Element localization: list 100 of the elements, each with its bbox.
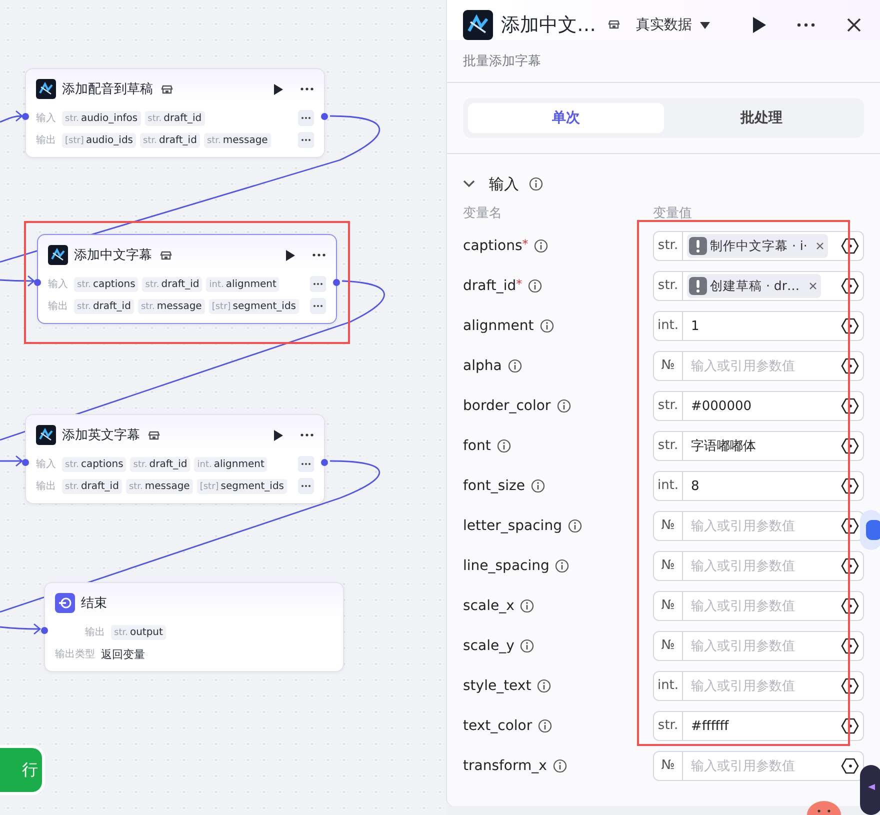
- parameter-name: font: [463, 438, 491, 454]
- input-field[interactable]: № 输入或引用参数值: [653, 511, 864, 541]
- variable-icon[interactable]: [841, 717, 859, 735]
- workflow-node[interactable]: 添加英文字幕 输入 str. captions str. draft_id int. alignment 输出 str. draft_id str. message [str] segment_ids: [25, 414, 325, 504]
- assistant-icon[interactable]: [860, 765, 880, 815]
- port-dot[interactable]: [34, 279, 41, 286]
- parameter-name: draft_id$^{*}$: [463, 278, 522, 294]
- variable-icon[interactable]: [841, 317, 859, 335]
- input-field[interactable]: str. 字语嘟嘟体: [653, 431, 864, 461]
- input-field[interactable]: str. 创建草稿 · dr…: [653, 271, 864, 301]
- field-label: 输出类型: [55, 648, 95, 661]
- info-icon[interactable]: [538, 719, 552, 733]
- input-field[interactable]: № 输入或引用参数值: [653, 631, 864, 661]
- parameter-name: scale_x: [463, 598, 514, 614]
- info-icon[interactable]: [496, 439, 511, 453]
- port-dot[interactable]: [22, 113, 29, 120]
- variable-icon[interactable]: [841, 477, 859, 495]
- reference-tag[interactable]: 制作中文字幕 · i·: [687, 234, 828, 258]
- input-field[interactable]: str. #000000: [653, 391, 864, 421]
- mascot-icon[interactable]: [806, 801, 842, 815]
- close-icon[interactable]: [846, 17, 862, 33]
- port-dot[interactable]: [321, 113, 328, 120]
- more-icon[interactable]: [310, 298, 326, 314]
- variable-icon[interactable]: [841, 517, 859, 535]
- variable-icon[interactable]: [841, 677, 859, 695]
- more-icon[interactable]: [312, 252, 326, 258]
- parameter-name: captions$^{*}$: [463, 238, 528, 254]
- chevron-icon[interactable]: [463, 180, 475, 188]
- input-field[interactable]: № 输入或引用参数值: [653, 551, 864, 581]
- variable-chip: str. captions: [74, 276, 138, 292]
- reference-tag[interactable]: 创建草稿 · dr…: [687, 274, 820, 298]
- store-icon: [160, 249, 172, 261]
- play-icon[interactable]: [752, 17, 766, 33]
- info-icon[interactable]: [568, 519, 582, 533]
- variable-chip: str. audio_infos: [62, 110, 141, 126]
- more-icon[interactable]: [298, 456, 314, 472]
- variable-icon[interactable]: [841, 357, 859, 375]
- port-label: 输出: [36, 134, 56, 147]
- info-icon[interactable]: [552, 759, 567, 773]
- variable-icon[interactable]: [841, 437, 859, 455]
- tab[interactable]: 单次: [468, 103, 664, 133]
- more-icon[interactable]: [300, 86, 314, 92]
- workflow-node[interactable]: 结束 输出 str. output 输出类型 返回变量: [44, 582, 344, 672]
- variable-chip: str. message: [138, 298, 205, 314]
- plugin-widget-icon[interactable]: [860, 510, 880, 550]
- warning-icon: [689, 277, 707, 295]
- more-icon[interactable]: [298, 110, 314, 126]
- info-icon[interactable]: [528, 279, 542, 293]
- variable-chip: int. alignment: [194, 456, 268, 472]
- input-field[interactable]: № 输入或引用参数值: [653, 591, 864, 621]
- variable-icon[interactable]: [841, 237, 859, 255]
- play-icon[interactable]: [284, 248, 296, 262]
- info-icon[interactable]: [531, 479, 546, 493]
- variable-chip: int. alignment: [206, 276, 280, 292]
- input-field[interactable]: № 输入或引用参数值: [653, 751, 864, 781]
- variable-chip: str. draft_id: [142, 276, 202, 292]
- info-icon[interactable]: [520, 639, 534, 653]
- tab[interactable]: 批处理: [664, 103, 859, 133]
- input-field[interactable]: int. 输入或引用参数值: [653, 671, 864, 701]
- more-icon[interactable]: [300, 432, 314, 438]
- variable-icon[interactable]: [841, 397, 859, 415]
- workflow-node[interactable]: 添加配音到草稿 输入 str. audio_infos str. draft_id 输出 [str] audio_ids str. draft_id str. message: [25, 68, 325, 158]
- variable-icon[interactable]: [841, 637, 859, 655]
- info-icon[interactable]: [537, 679, 552, 693]
- input-field[interactable]: № 输入或引用参数值: [653, 351, 864, 381]
- info-icon[interactable]: [540, 319, 554, 333]
- port-dot[interactable]: [41, 627, 48, 634]
- column-header: 变量名: [463, 205, 503, 223]
- more-icon[interactable]: [796, 22, 816, 28]
- variable-icon[interactable]: [841, 277, 859, 295]
- port-dot[interactable]: [321, 459, 328, 466]
- info-icon[interactable]: [534, 239, 548, 253]
- variable-icon[interactable]: [841, 597, 859, 615]
- more-icon[interactable]: [310, 276, 326, 292]
- port-dot[interactable]: [333, 279, 340, 286]
- parameter-name: transform_x: [463, 758, 547, 774]
- variable-chip: str. captions: [62, 456, 126, 472]
- more-icon[interactable]: [298, 478, 314, 494]
- data-source-dropdown[interactable]: 真实数据: [630, 16, 710, 34]
- variable-chip: str. draft_id: [62, 478, 122, 494]
- workflow-node[interactable]: 添加中文字幕 输入 str. captions str. draft_id int. alignment 输出 str. draft_id str. message [str] segment_ids: [37, 234, 337, 324]
- input-field[interactable]: str. 制作中文字幕 · i·: [653, 231, 864, 261]
- info-icon[interactable]: [529, 177, 543, 191]
- node-title: 结束: [81, 595, 107, 612]
- variable-chip: [str] segment_ids: [196, 478, 287, 494]
- play-icon[interactable]: [272, 428, 284, 442]
- port-dot[interactable]: [22, 459, 29, 466]
- more-icon[interactable]: [298, 132, 314, 148]
- input-field[interactable]: int. 1: [653, 311, 864, 341]
- play-icon[interactable]: [272, 82, 284, 96]
- variable-icon[interactable]: [841, 757, 859, 775]
- input-field[interactable]: str. #ffffff: [653, 711, 864, 741]
- info-icon[interactable]: [556, 399, 571, 413]
- store-icon: [148, 429, 160, 441]
- info-icon[interactable]: [555, 559, 570, 573]
- app-logo: [48, 245, 68, 265]
- variable-icon[interactable]: [841, 557, 859, 575]
- input-field[interactable]: int. 8: [653, 471, 864, 501]
- info-icon[interactable]: [508, 359, 522, 373]
- info-icon[interactable]: [520, 599, 534, 613]
